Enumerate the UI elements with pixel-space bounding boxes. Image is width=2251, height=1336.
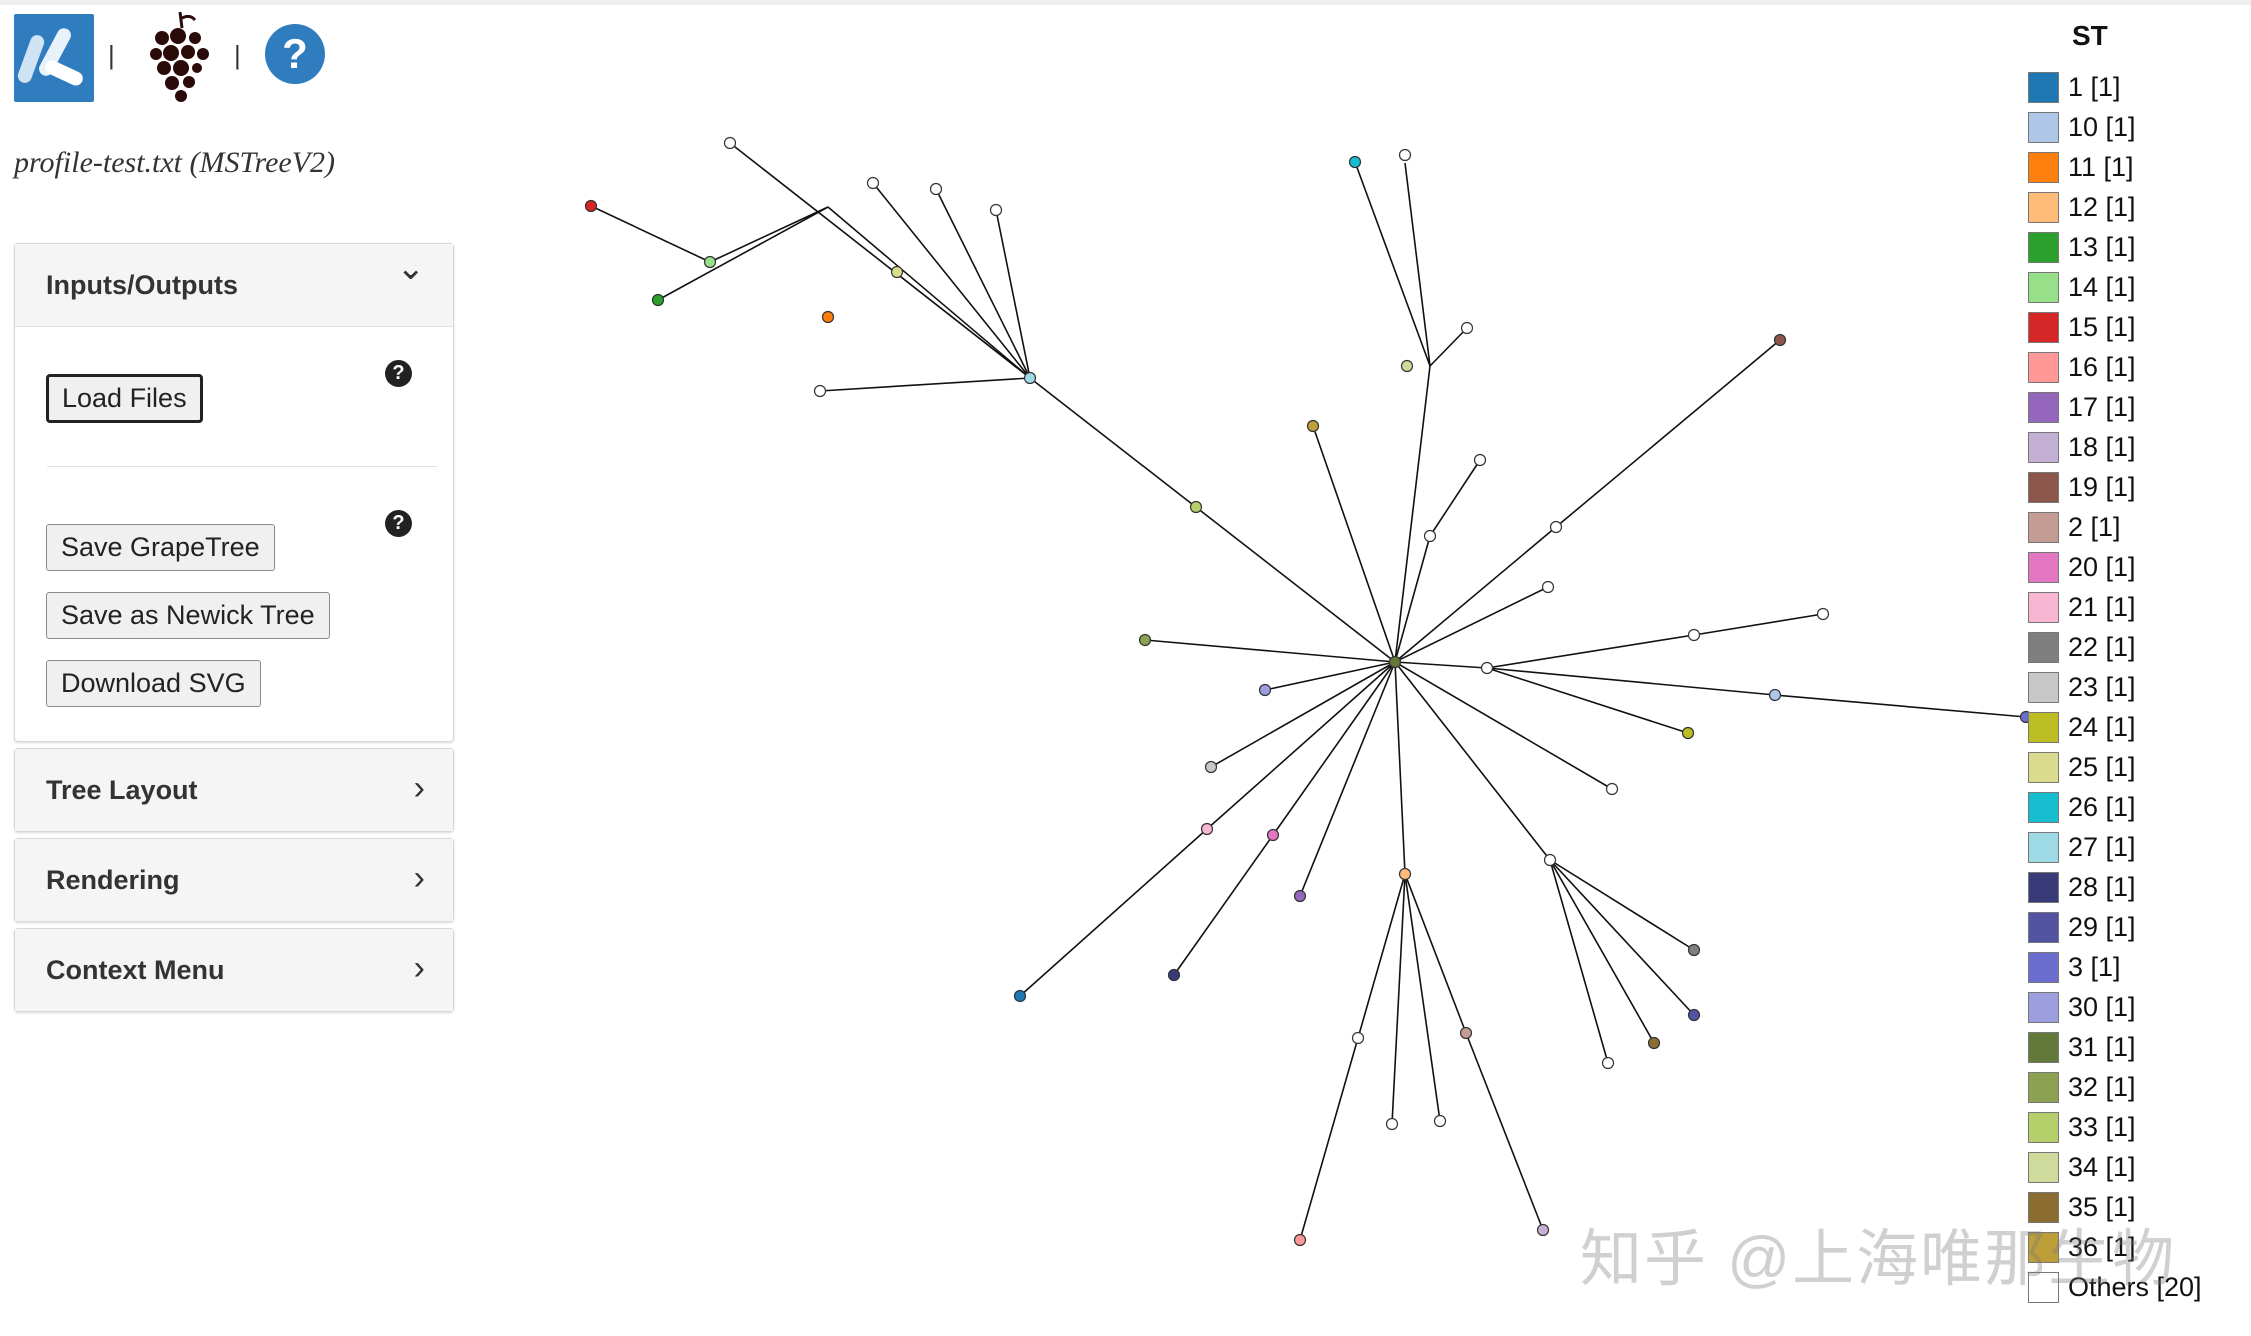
legend-label: 14 [1] — [2068, 272, 2136, 302]
legend-label: 31 [1] — [2068, 1032, 2136, 1062]
legend-swatch — [2028, 432, 2059, 463]
legend-swatch — [2028, 752, 2059, 783]
legend-swatch — [2028, 232, 2059, 263]
legend-label: 26 [1] — [2068, 792, 2136, 822]
legend-label: 28 [1] — [2068, 872, 2136, 902]
legend-label: 27 [1] — [2068, 832, 2136, 862]
legend-label: 32 [1] — [2068, 1072, 2136, 1102]
legend-swatch — [2028, 112, 2059, 143]
legend-label: 29 [1] — [2068, 912, 2136, 942]
legend-title: ST — [2072, 20, 2108, 51]
legend-swatch — [2028, 472, 2059, 503]
legend-label: 25 [1] — [2068, 752, 2136, 782]
legend-label: 12 [1] — [2068, 192, 2136, 222]
legend-label: 24 [1] — [2068, 712, 2136, 742]
watermark: 知乎 @上海唯那生物 — [1580, 1225, 2177, 1294]
legend-label: 2 [1] — [2068, 512, 2121, 542]
legend-label: 16 [1] — [2068, 352, 2136, 382]
legend-label: 23 [1] — [2068, 672, 2136, 702]
legend-label: 15 [1] — [2068, 312, 2136, 342]
legend-swatch — [2028, 272, 2059, 303]
legend-label: 1 [1] — [2068, 72, 2121, 102]
legend-swatch — [2028, 792, 2059, 823]
legend-label: 33 [1] — [2068, 1112, 2136, 1142]
minimum-spanning-tree[interactable] — [0, 0, 2251, 1336]
legend-swatch — [2028, 1032, 2059, 1063]
legend-label: 11 [1] — [2068, 152, 2134, 182]
legend-swatch — [2028, 1072, 2059, 1103]
legend-swatch — [2028, 392, 2059, 423]
legend-label: 21 [1] — [2068, 592, 2136, 622]
legend-label: 19 [1] — [2068, 472, 2136, 502]
legend-label: 10 [1] — [2068, 112, 2136, 142]
legend-label: 13 [1] — [2068, 232, 2136, 262]
legend-label: 3 [1] — [2068, 952, 2121, 982]
legend-swatch — [2028, 312, 2059, 343]
legend-swatch — [2028, 352, 2059, 383]
legend-swatch — [2028, 992, 2059, 1023]
legend-label: 34 [1] — [2068, 1152, 2136, 1182]
legend-swatch — [2028, 152, 2059, 183]
legend-label: 30 [1] — [2068, 992, 2136, 1022]
legend-label: 20 [1] — [2068, 552, 2136, 582]
legend-swatch — [2028, 832, 2059, 863]
legend-swatch — [2028, 72, 2059, 103]
legend-swatch — [2028, 672, 2059, 703]
legend-swatch — [2028, 952, 2059, 983]
legend-label: 17 [1] — [2068, 392, 2136, 422]
legend-swatch — [2028, 712, 2059, 743]
legend-swatch — [2028, 872, 2059, 903]
legend-swatch — [2028, 592, 2059, 623]
legend-label: 22 [1] — [2068, 632, 2136, 662]
legend-swatch — [2028, 632, 2059, 663]
legend-swatch — [2028, 192, 2059, 223]
legend-swatch — [2028, 552, 2059, 583]
legend-swatch — [2028, 1112, 2059, 1143]
legend-swatch — [2028, 912, 2059, 943]
legend-swatch — [2028, 1152, 2059, 1183]
legend-swatch — [2028, 512, 2059, 543]
legend-label: 18 [1] — [2068, 432, 2136, 462]
